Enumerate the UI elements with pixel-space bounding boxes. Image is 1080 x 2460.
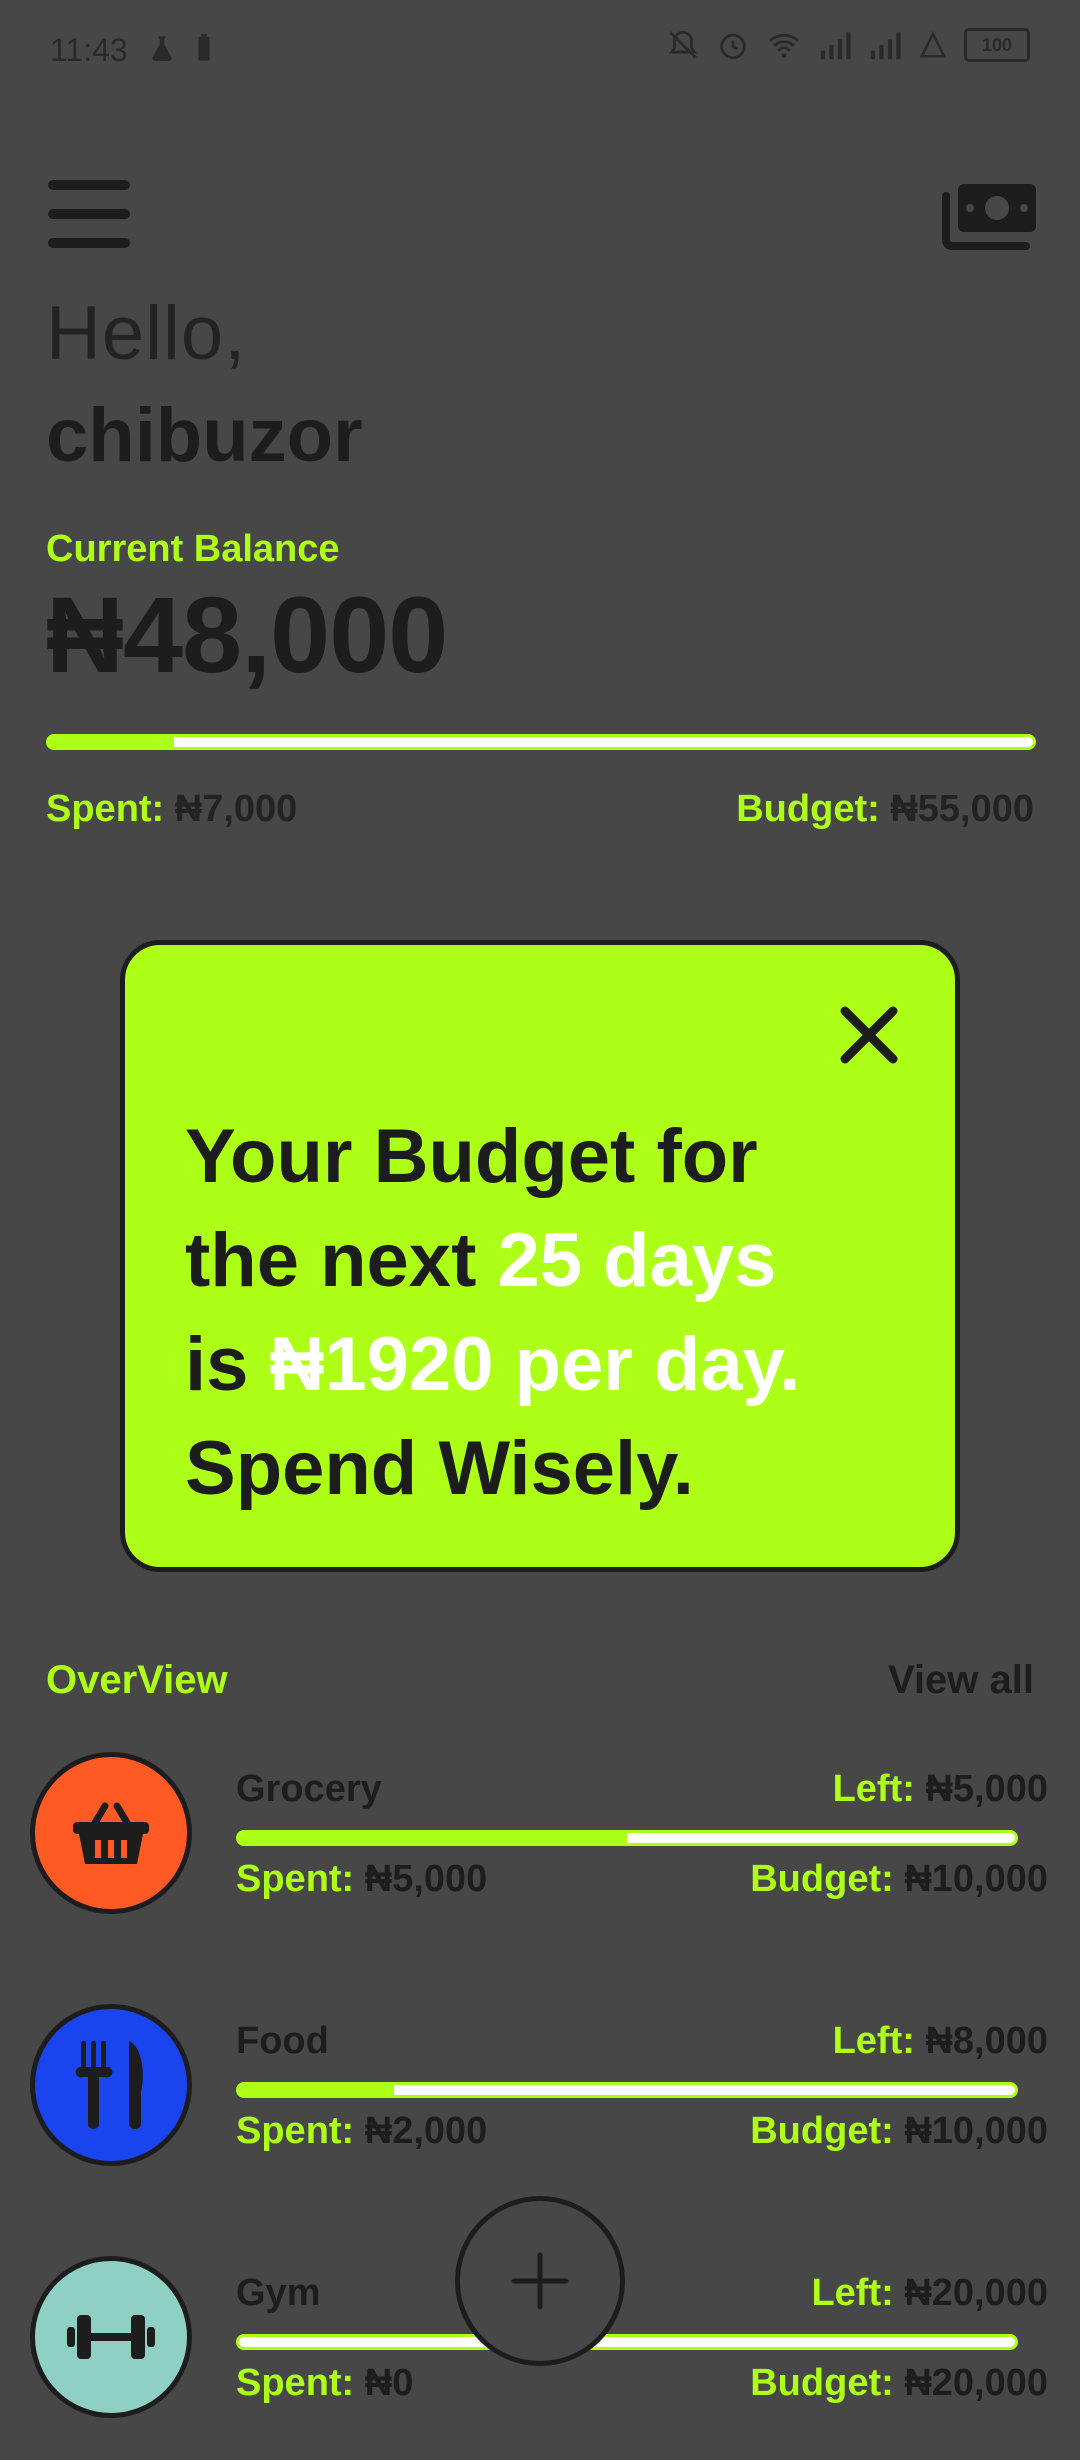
status-time: 11:43 [50, 32, 128, 68]
gym-spent: Spent: ₦0 [236, 2362, 413, 2405]
popup-line-3a: is [185, 1322, 270, 1407]
status-left-icons [148, 34, 212, 62]
food-name: Food [236, 2020, 329, 2062]
food-budget: Budget: ₦10,000 [750, 2110, 1048, 2153]
gym-left: Left: ₦20,000 [811, 2272, 1048, 2315]
greeting-text: Hello, [46, 291, 247, 376]
balance-progress-fill [49, 737, 174, 747]
gym-name: Gym [236, 2272, 321, 2314]
popup-line-1: Your Budget for [185, 1114, 758, 1199]
popup-line-4: Spend Wisely. [185, 1426, 694, 1511]
food-budget-label: Budget: [750, 2110, 894, 2152]
wifi-icon [768, 33, 800, 58]
alarm-icon [720, 33, 746, 60]
battery-indicator: 100 [964, 28, 1030, 62]
grocery-spent: Spent: ₦5,000 [236, 1858, 487, 1901]
gym-progress-bar [236, 2334, 1018, 2350]
gym-category-icon[interactable] [30, 2256, 192, 2418]
food-progress-bar [236, 2082, 1018, 2098]
food-spent: Spent: ₦2,000 [236, 2110, 487, 2153]
battery-small-icon [198, 34, 210, 61]
food-spent-value: ₦2,000 [364, 2110, 488, 2152]
username-text: chibuzor [46, 393, 363, 478]
spent-label: Spent: [46, 788, 165, 830]
money-icon[interactable] [942, 180, 1038, 250]
close-icon[interactable] [839, 1005, 899, 1065]
balance-amount: ₦48,000 [46, 574, 448, 695]
gym-budget-label: Budget: [750, 2362, 894, 2404]
grocery-spent-label: Spent: [236, 1858, 355, 1900]
data-icon [919, 30, 947, 58]
grocery-budget-label: Budget: [750, 1858, 894, 1900]
spent-value: ₦7,000 [174, 788, 298, 830]
signal-icon-2 [870, 32, 901, 60]
gym-left-label: Left: [811, 2272, 894, 2314]
popup-message: Your Budget for the next 25 days is ₦192… [185, 1105, 945, 1521]
menu-icon[interactable] [48, 178, 130, 250]
signal-icon-1 [820, 32, 851, 60]
popup-line-3: is ₦1920 per day. [185, 1313, 945, 1417]
grocery-budget-value: ₦10,000 [904, 1858, 1048, 1900]
balance-progress-bar [46, 734, 1036, 750]
current-balance-label: Current Balance [46, 528, 340, 570]
budget-summary: Budget: ₦55,000 [736, 788, 1034, 831]
food-progress-fill [239, 2085, 395, 2095]
status-right-icons: 100 [666, 28, 1030, 62]
popup-amount-highlight: ₦1920 per day. [269, 1322, 801, 1407]
daily-budget-popup: Your Budget for the next 25 days is ₦192… [120, 940, 960, 1572]
popup-days-highlight: 25 days [497, 1218, 777, 1303]
spent-summary: Spent: ₦7,000 [46, 788, 297, 831]
view-all-link[interactable]: View all [888, 1658, 1034, 1703]
grocery-name: Grocery [236, 1768, 382, 1810]
gym-budget-value: ₦20,000 [904, 2362, 1048, 2404]
grocery-left-label: Left: [832, 1768, 915, 1810]
overview-title: OverView [46, 1658, 228, 1702]
food-budget-value: ₦10,000 [904, 2110, 1048, 2152]
lab-flask-icon [152, 36, 172, 61]
food-left-value: ₦8,000 [925, 2020, 1048, 2062]
gym-spent-value: ₦0 [364, 2362, 414, 2404]
grocery-spent-value: ₦5,000 [364, 1858, 488, 1900]
fork-knife-icon [75, 2041, 143, 2129]
grocery-left-value: ₦5,000 [925, 1768, 1048, 1810]
dumbbell-icon [67, 2315, 155, 2359]
basket-icon [73, 1802, 149, 1864]
food-left: Left: ₦8,000 [833, 2020, 1048, 2063]
gym-left-value: ₦20,000 [904, 2272, 1048, 2314]
add-button[interactable] [455, 2196, 625, 2366]
plus-icon [511, 2252, 569, 2310]
food-left-label: Left: [832, 2020, 915, 2062]
gym-spent-label: Spent: [236, 2362, 355, 2404]
food-category-icon[interactable] [30, 2004, 192, 2166]
mute-bell-icon [669, 30, 697, 59]
gym-budget: Budget: ₦20,000 [750, 2362, 1048, 2405]
grocery-budget: Budget: ₦10,000 [750, 1858, 1048, 1901]
budget-value: ₦55,000 [890, 788, 1034, 830]
food-spent-label: Spent: [236, 2110, 355, 2152]
popup-line-2: the next 25 days [185, 1209, 945, 1313]
popup-line-2a: the next [185, 1218, 498, 1303]
grocery-category-icon[interactable] [30, 1752, 192, 1914]
grocery-progress-bar [236, 1830, 1018, 1846]
grocery-progress-fill [239, 1833, 627, 1843]
grocery-left: Left: ₦5,000 [833, 1768, 1048, 1811]
budget-label: Budget: [736, 788, 880, 830]
